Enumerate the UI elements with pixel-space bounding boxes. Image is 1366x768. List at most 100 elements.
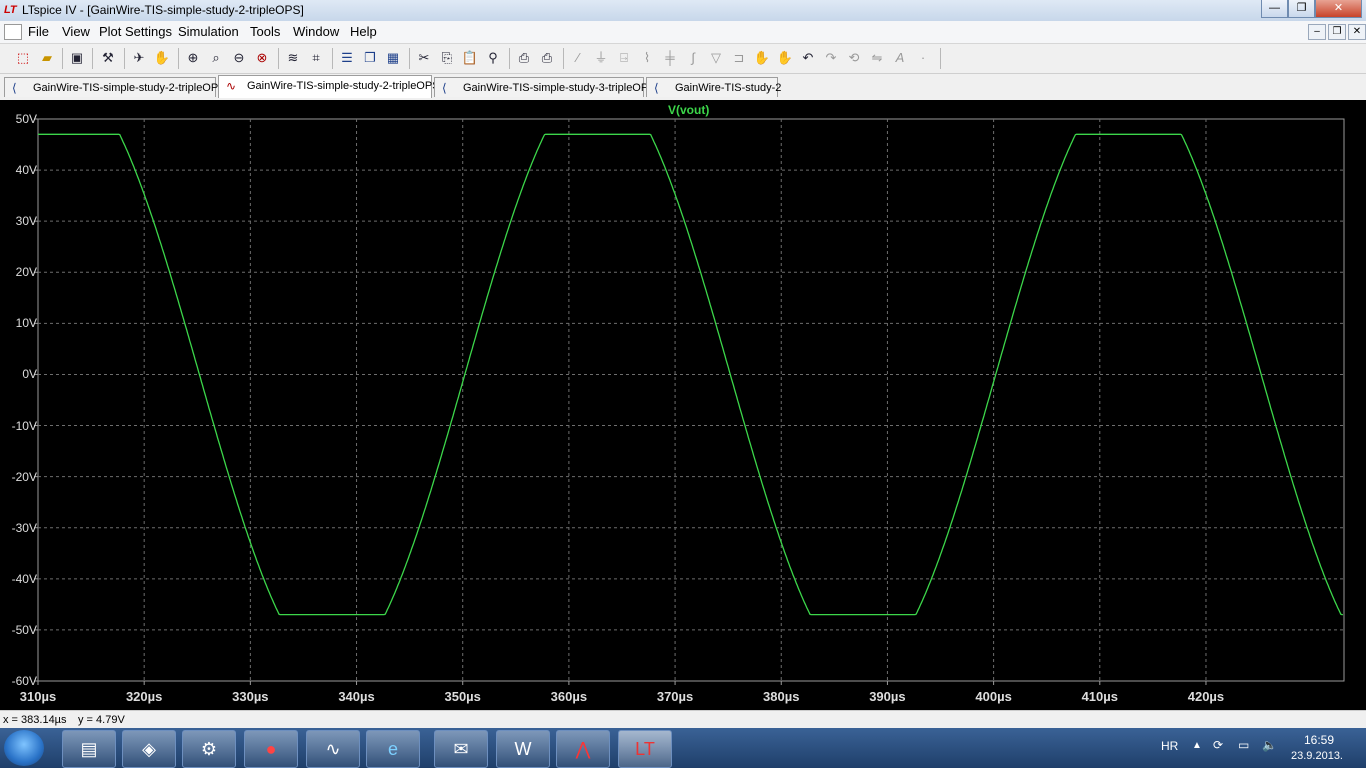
toolbar-separator [178, 48, 179, 69]
explorer-icon[interactable]: ▤ [62, 730, 116, 768]
print-icon[interactable]: ⎙ [538, 49, 556, 67]
menu-help[interactable]: Help [350, 24, 377, 40]
toolbar-separator [62, 48, 63, 69]
plot-canvas[interactable] [0, 100, 1366, 710]
run-icon[interactable]: ✈ [130, 49, 148, 67]
inductor-icon[interactable]: ∫ [684, 49, 702, 67]
tab-label: GainWire-TIS-simple-study-2-tripleOPS [33, 82, 226, 94]
rotate-icon[interactable]: ⟲ [845, 49, 863, 67]
drag-icon[interactable]: ✋ [776, 49, 794, 67]
y-tick-label: 50V [15, 112, 37, 126]
ground-icon[interactable]: ⏚ [592, 49, 610, 67]
zoom-area-icon[interactable]: ⌕ [207, 49, 225, 67]
zoom-in-icon[interactable]: ⊕ [184, 49, 202, 67]
y-tick-label: -60V [11, 674, 37, 688]
tile-vertical-icon[interactable]: ▦ [384, 49, 402, 67]
start-button[interactable] [4, 730, 44, 766]
antivirus-icon[interactable]: ● [244, 730, 298, 768]
x-tick-label: 370µs [656, 689, 694, 704]
toolbar-separator [332, 48, 333, 69]
menu-tools[interactable]: Tools [250, 24, 280, 40]
toolbar-separator [563, 48, 564, 69]
clock-date[interactable]: 23.9.2013. [1291, 750, 1343, 762]
cut-icon[interactable]: ✂ [415, 49, 433, 67]
cursor-icon[interactable]: ⌗ [307, 49, 325, 67]
new-schematic-icon[interactable]: ⬚ [14, 49, 32, 67]
undo-icon[interactable]: ↶ [799, 49, 817, 67]
label-net-icon[interactable]: ⍈ [615, 49, 633, 67]
toolbar: ⬚ ▰ ▣ ⚒ ✈ ✋ ⊕ ⌕ ⊖ ⊗ ≋ ⌗ ☰ ❐ ▦ ✂ ⎘ 📋 ⚲ ⎙ … [0, 44, 1366, 74]
y-tick-label: -40V [11, 571, 37, 586]
component-icon[interactable]: ⊐ [730, 49, 748, 67]
vout-trace[interactable] [38, 133, 1343, 616]
clock-time[interactable]: 16:59 [1304, 733, 1334, 747]
sync-icon[interactable]: ⟳ [1213, 738, 1223, 752]
copy-icon[interactable]: ⎘ [438, 49, 456, 67]
autorange-icon[interactable]: ≋ [284, 49, 302, 67]
document-icon[interactable] [4, 24, 22, 40]
mail-icon[interactable]: ✉ [434, 730, 488, 768]
waveform-plot[interactable]: V(vout) 50V 40V 30V 20V 10V 0V -10V -20V -30V -40… [0, 100, 1366, 710]
resistor-icon[interactable]: ⌇ [638, 49, 656, 67]
cascade-icon[interactable]: ❐ [361, 49, 379, 67]
menu-plot-settings[interactable]: Plot Settings [99, 24, 172, 40]
spice-directive-icon[interactable]: · [914, 49, 932, 67]
diode-icon[interactable]: ▽ [707, 49, 725, 67]
menu-simulation[interactable]: Simulation [178, 24, 239, 40]
menu-bar: File View Plot Settings Simulation Tools… [0, 21, 1366, 44]
office-icon[interactable]: ◈ [122, 730, 176, 768]
redo-icon[interactable]: ↷ [822, 49, 840, 67]
paste-icon[interactable]: 📋 [461, 49, 479, 67]
find-icon[interactable]: ⚲ [484, 49, 502, 67]
menu-view[interactable]: View [62, 24, 90, 40]
mdi-minimize-button[interactable]: – [1308, 24, 1326, 40]
tile-horizontal-icon[interactable]: ☰ [338, 49, 356, 67]
maximize-button[interactable]: ❐ [1288, 0, 1315, 18]
menu-file[interactable]: File [28, 24, 49, 40]
app-icon[interactable]: LT [4, 4, 18, 16]
word-icon[interactable]: W [496, 730, 550, 768]
toolbar-separator [124, 48, 125, 69]
ie-icon[interactable]: e [366, 730, 420, 768]
scope-icon[interactable]: ∿ [306, 730, 360, 768]
zoom-fit-icon[interactable]: ⊗ [253, 49, 271, 67]
control-panel-icon[interactable]: ⚒ [99, 49, 117, 67]
trace-label[interactable]: V(vout) [668, 103, 709, 117]
print-setup-icon[interactable]: ⎙ [515, 49, 533, 67]
tray-expand-icon[interactable]: ▲ [1192, 740, 1202, 751]
volume-icon[interactable]: 🔈 [1262, 738, 1277, 752]
y-tick-label: 10V [15, 316, 37, 331]
y-tick-label: 20V [15, 265, 37, 280]
minimize-button[interactable]: — [1261, 0, 1288, 18]
toolbar-separator [509, 48, 510, 69]
mdi-close-button[interactable]: ✕ [1348, 24, 1366, 40]
acrobat-icon[interactable]: ⋀ [556, 730, 610, 768]
x-tick-label: 340µs [338, 689, 375, 704]
wire-icon[interactable]: ⁄ [569, 49, 587, 67]
menu-window[interactable]: Window [293, 24, 339, 40]
move-icon[interactable]: ✋ [753, 49, 771, 67]
title-bar: LT LTspice IV - [GainWire-TIS-simple-stu… [0, 0, 1366, 21]
text-icon[interactable]: A [891, 49, 909, 67]
tab-schematic-study-2[interactable]: ⟨ GainWire-TIS-simple-study-2-tripleOPS [4, 77, 226, 97]
tab-waveform-study-2[interactable]: ∿ GainWire-TIS-simple-study-2-tripleOPS [218, 75, 440, 98]
y-tick-label: -50V [11, 622, 37, 637]
zoom-out-icon[interactable]: ⊖ [230, 49, 248, 67]
tab-schematic-study-2-gainwire[interactable]: ⟨ GainWire-TIS-study-2 [646, 77, 781, 97]
y-tick-label: 0V [22, 367, 37, 382]
mirror-icon[interactable]: ⇋ [868, 49, 886, 67]
save-icon[interactable]: ▣ [68, 49, 86, 67]
language-indicator[interactable]: HR [1161, 739, 1178, 753]
tab-label: GainWire-TIS-simple-study-3-tripleOPS [463, 82, 656, 94]
plot-frame [37, 118, 1345, 682]
ltspice-icon[interactable]: LT [618, 730, 672, 768]
tab-schematic-study-3[interactable]: ⟨ GainWire-TIS-simple-study-3-tripleOPS [434, 77, 656, 97]
waveform-icon: ∿ [226, 79, 237, 93]
close-button[interactable]: ✕ [1315, 0, 1362, 18]
halt-icon[interactable]: ✋ [153, 49, 171, 67]
capacitor-icon[interactable]: ╪ [661, 49, 679, 67]
network-icon[interactable]: ▭ [1238, 738, 1249, 752]
tool-icon[interactable]: ⚙ [182, 730, 236, 768]
mdi-restore-button[interactable]: ❐ [1328, 24, 1346, 40]
open-folder-icon[interactable]: ▰ [38, 49, 56, 67]
